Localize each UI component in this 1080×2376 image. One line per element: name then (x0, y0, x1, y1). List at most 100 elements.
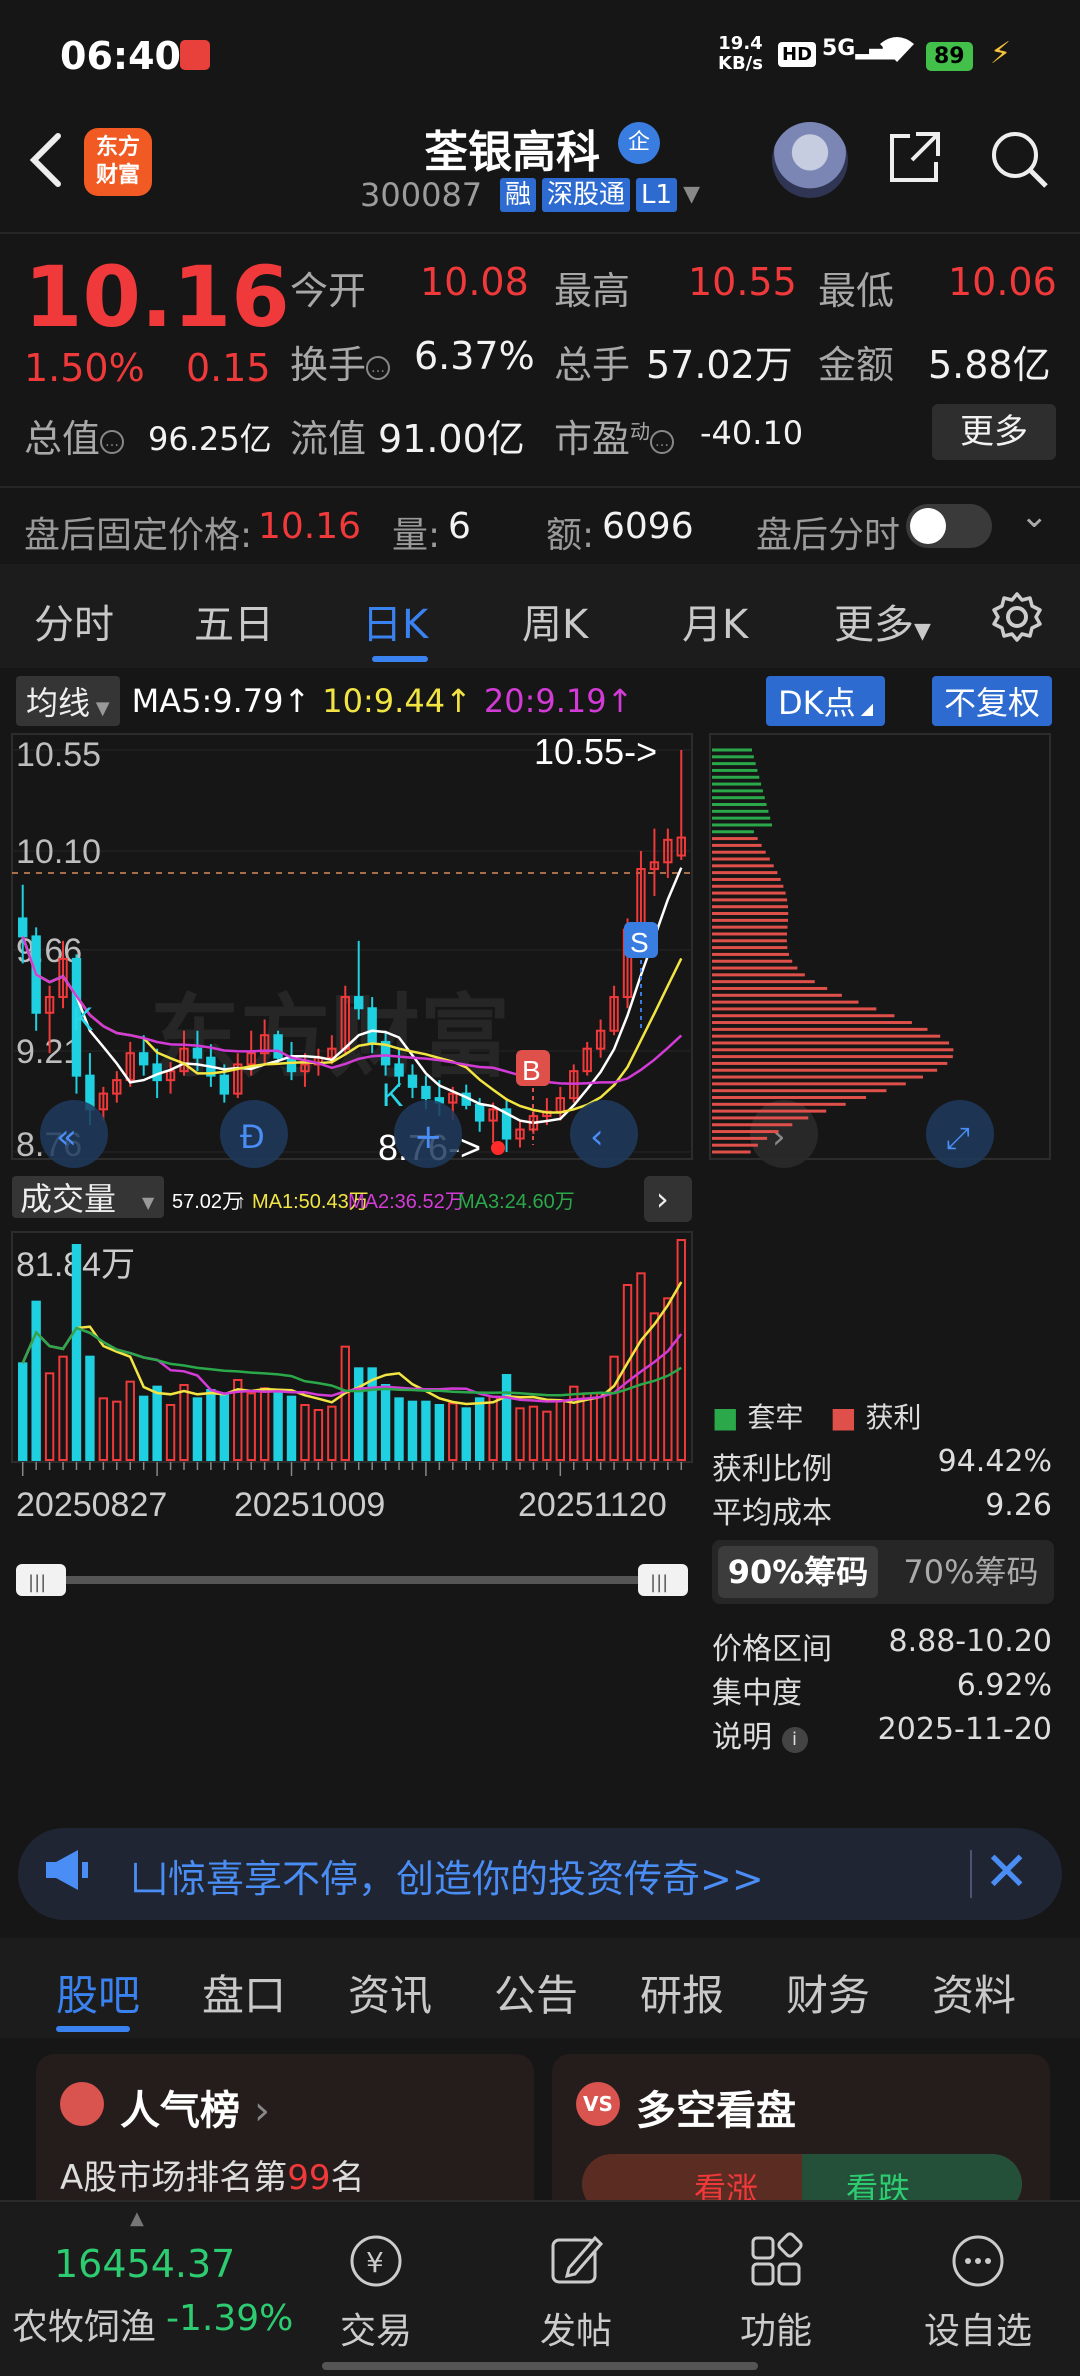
promo-banner[interactable]: 凵惊喜享不停，创造你的投资传奇>> ✕ (18, 1828, 1062, 1920)
chip-bar (712, 1089, 887, 1093)
tab-profile[interactable]: 资料 (932, 1962, 1016, 2023)
bottom-nav: ▲ 16454.37 农牧饲渔 -1.39% ¥ 交易 发帖 功能 设自选 (0, 2200, 1080, 2376)
volume-bar (636, 1272, 646, 1461)
index-value[interactable]: 16454.37 (54, 2242, 235, 2286)
back-icon[interactable] (24, 130, 64, 201)
tab-monthly-k[interactable]: 月K (682, 592, 748, 650)
tab-five-day[interactable]: 五日 (194, 592, 274, 650)
chip-bar (712, 959, 793, 963)
after-hours-vol-label: 量: (392, 515, 441, 556)
volume-bar (327, 1405, 337, 1462)
mktcap-label[interactable]: 总值… (24, 408, 125, 463)
volume-bar (206, 1389, 216, 1461)
note-label[interactable]: 说明 i (712, 1712, 808, 1756)
tab-daily-k[interactable]: 日K (362, 592, 428, 650)
volume-label: 总手 (554, 343, 631, 387)
tags-caret-icon: ▼ (683, 182, 700, 207)
candle-body (192, 1047, 203, 1059)
volume-value: 57.02万 (172, 1191, 242, 1213)
main-chart-frame (11, 733, 693, 1160)
info-icon: … (100, 430, 125, 454)
chart-draw-button[interactable]: Ð (220, 1100, 288, 1168)
ma20-value: 20:9.19 (483, 682, 607, 720)
change-pct: 1.50% (24, 346, 145, 390)
concentration-value: 6.92% (956, 1668, 1052, 1703)
chip-bar (712, 1136, 768, 1140)
nav-functions[interactable]: 功能 (696, 2230, 856, 2354)
ma10-label: 10:9.44↑ (322, 682, 472, 720)
more-dots-icon (952, 2235, 1004, 2287)
signal-k-2: K (382, 1077, 403, 1113)
tab-guba[interactable]: 股吧 (56, 1962, 140, 2023)
stock-tags[interactable]: 融 深股通 L1 ▼ (500, 178, 700, 212)
volume-ma-line (21, 1281, 683, 1406)
dk-point-button[interactable]: DK点 ◢ (766, 676, 886, 726)
chip-90-button[interactable]: 90%筹码 (718, 1546, 878, 1598)
price-axis-label: 10.10 (16, 833, 101, 871)
stock-name[interactable]: 荃银高科 (424, 116, 600, 180)
volume-bar (515, 1407, 525, 1461)
candle-body (354, 996, 364, 1010)
after-hours-amt: 6096 (602, 506, 694, 547)
tab-more[interactable]: 更多▼ (834, 592, 931, 650)
ma20-label: 20:9.19↑ (483, 682, 634, 720)
chart-zoom-in-button[interactable]: + (394, 1100, 462, 1168)
volume-bar (569, 1385, 579, 1462)
candle-body (18, 917, 28, 938)
chip-bar (712, 986, 828, 990)
nav-post[interactable]: 发帖 (496, 2230, 656, 2354)
chip-bar (712, 939, 787, 943)
tab-order-book[interactable]: 盘口 (202, 1962, 286, 2023)
chip-bar (712, 1082, 906, 1086)
chip-bar (712, 898, 788, 902)
chip-70-button[interactable]: 70%筹码 (896, 1546, 1046, 1598)
index-name[interactable]: 农牧饲渔 (12, 2298, 156, 2350)
chevron-down-icon[interactable]: ⌄ (1020, 496, 1049, 536)
volume-bar (542, 1410, 552, 1462)
chart-prev-button[interactable]: « (40, 1100, 108, 1168)
tag-margin: 融 (500, 178, 537, 212)
tab-research[interactable]: 研报 (640, 1962, 724, 2023)
expand-icon[interactable]: ⤢ (926, 1100, 994, 1168)
nav-trade[interactable]: ¥ 交易 (296, 2230, 456, 2354)
nav-add-watchlist[interactable]: 设自选 (898, 2230, 1058, 2354)
after-hours-toggle[interactable] (906, 504, 992, 548)
range-slider[interactable]: ||| ||| (16, 1564, 688, 1596)
search-icon[interactable] (988, 128, 1050, 190)
tab-weekly-k[interactable]: 周K (522, 592, 588, 650)
chip-bar (712, 755, 754, 759)
close-icon[interactable]: ✕ (984, 1840, 1029, 1903)
app-logo: 东方 财富 (84, 128, 152, 196)
volume-expand-button[interactable]: › (644, 1176, 692, 1222)
dk-point-label: DK点 (778, 684, 856, 722)
mktcap-label-text: 总值 (24, 417, 101, 461)
volume-bar (649, 1312, 660, 1461)
caret-up-icon: ▲ (130, 2208, 144, 2229)
volume-selector-label: 成交量 (20, 1181, 116, 1217)
adjust-button[interactable]: 不复权 (932, 676, 1053, 726)
low-value: 10.06 (948, 260, 1057, 304)
chart-next-button[interactable]: ‹ (570, 1100, 638, 1168)
volume-bar (434, 1404, 445, 1461)
volume-bar (340, 1345, 350, 1462)
tag-connect: 深股通 (542, 178, 631, 212)
caret-down-icon: ▼ (90, 698, 110, 719)
after-hours-vol: 6 (448, 506, 471, 547)
volume-bar (582, 1392, 592, 1461)
ma-selector[interactable]: 均线 ▼ (16, 676, 120, 726)
tab-news[interactable]: 资讯 (348, 1962, 432, 2023)
more-quote-button[interactable]: 更多 (932, 404, 1056, 460)
tab-intraday[interactable]: 分时 (34, 592, 114, 650)
tab-financials[interactable]: 财务 (786, 1962, 870, 2023)
turnover-label[interactable]: 换手… (290, 334, 391, 389)
chip-bar (712, 843, 762, 847)
signal-sell-text: S (630, 927, 649, 958)
share-icon[interactable] (886, 128, 944, 186)
tab-announcements[interactable]: 公告 (494, 1962, 578, 2023)
gear-icon[interactable] (990, 590, 1044, 644)
assistant-avatar[interactable] (772, 122, 848, 198)
high-label: 最高 (554, 269, 631, 313)
pe-label[interactable]: 市盈动… (554, 408, 675, 463)
chip-bar (712, 782, 762, 786)
volume-ma-line (21, 1326, 682, 1397)
